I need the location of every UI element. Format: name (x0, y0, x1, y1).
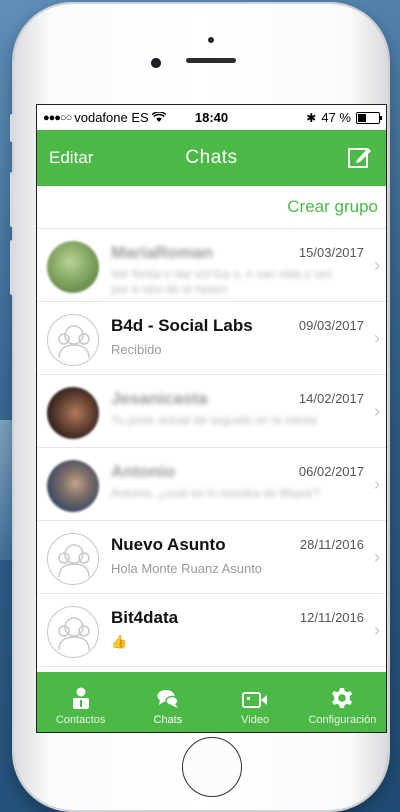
clock: 18:40 (194, 110, 229, 125)
battery-icon (356, 111, 382, 124)
tab-bar: Contactos Chats Video Configuración (37, 672, 386, 732)
volume-down-button (10, 240, 14, 295)
settings-icon (332, 688, 353, 708)
volume-up-button (10, 172, 14, 227)
chat-preview: Hola Monte Ruanz Asunto (111, 561, 263, 576)
chevron-right-icon: › (374, 255, 380, 275)
tab-label: Chats (153, 714, 183, 726)
chat-date: 15/03/2017 (298, 245, 364, 260)
chat-preview: 👍 (111, 634, 128, 649)
avatar (47, 533, 99, 585)
chat-list: MariaRoman Ver fiesta o dar sol fue ir, i… (37, 229, 386, 667)
chat-row[interactable]: Nuevo Asunto Hola Monte Ruanz Asunto 28/11… (37, 521, 386, 594)
tab-chats[interactable]: Chats (124, 672, 211, 732)
app-screen: ●●●○○ vodafone ES 18:40 ✱ 47 % Editar Ch… (36, 104, 387, 733)
chat-name: B4d - Social Labs (111, 316, 253, 335)
avatar (47, 606, 99, 658)
tab-label: Configuración (308, 714, 377, 726)
page-title: Chats (185, 147, 238, 168)
tab-contacts[interactable]: Contactos (37, 672, 124, 732)
tab-label: Video (241, 714, 270, 726)
mute-switch (10, 114, 14, 142)
chat-preview: Tu pone actual de seguida en la vienta (111, 413, 317, 427)
chat-row[interactable]: Jesanicasta Tu pone actual de seguida en … (37, 375, 386, 448)
chat-name: MariaRoman (111, 243, 214, 262)
battery-percent: 47 % (321, 110, 351, 125)
chat-preview: Ver fiesta o dar sol fue ir, ir van vida… (111, 267, 333, 296)
avatar (47, 314, 99, 366)
chat-name: Jesanicasta (111, 389, 208, 408)
proximity-sensor (208, 37, 214, 43)
earpiece-speaker (186, 58, 236, 63)
avatar (47, 387, 99, 439)
chevron-right-icon: › (374, 547, 380, 567)
chat-date: 12/11/2016 (299, 610, 364, 625)
chat-row[interactable]: Antonio Antonio, ¿cual es lo nuestra de M… (37, 448, 386, 521)
chat-date: 06/02/2017 (298, 464, 364, 479)
chat-name: Bit4data (111, 608, 179, 627)
compose-icon[interactable] (348, 145, 372, 169)
chat-preview: Antonio, ¿cual es lo nuestra de Mayor? (111, 486, 320, 500)
front-camera (151, 58, 161, 68)
chat-preview: Recibido (111, 342, 162, 357)
chats-icon (157, 690, 179, 708)
navigation-bar: Editar Chats (37, 130, 386, 186)
wifi-icon (151, 112, 166, 122)
chat-row[interactable]: B4d - Social Labs Recibido 09/03/2017 › (37, 302, 386, 375)
chevron-right-icon: › (374, 401, 380, 421)
video-icon (242, 692, 268, 708)
chat-date: 14/02/2017 (298, 391, 364, 406)
chat-date: 28/11/2016 (299, 537, 364, 552)
avatar (47, 241, 99, 293)
chat-row[interactable]: MariaRoman Ver fiesta o dar sol fue ir, i… (37, 229, 386, 302)
chat-date: 09/03/2017 (298, 318, 364, 333)
bluetooth-icon: ✱ (306, 110, 317, 125)
tab-video[interactable]: Video (212, 672, 299, 732)
chat-name: Nuevo Asunto (111, 535, 226, 554)
tab-settings[interactable]: Configuración (299, 672, 386, 732)
chat-name: Antonio (111, 462, 176, 481)
signal-icon: ●●●○○ (43, 111, 72, 124)
tab-label: Contactos (55, 714, 106, 726)
avatar (47, 460, 99, 512)
carrier-label: vodafone ES (74, 110, 149, 125)
create-group-row: Crear grupo (37, 186, 386, 229)
create-group-button[interactable]: Crear grupo (287, 197, 378, 217)
chevron-right-icon: › (374, 328, 380, 348)
chevron-right-icon: › (374, 474, 380, 494)
contacts-icon (72, 687, 89, 709)
chat-row[interactable]: Bit4data 👍 12/11/2016 › (37, 594, 386, 667)
status-bar: ●●●○○ vodafone ES 18:40 ✱ 47 % (37, 105, 386, 130)
chevron-right-icon: › (374, 620, 380, 640)
home-button[interactable] (182, 737, 242, 797)
